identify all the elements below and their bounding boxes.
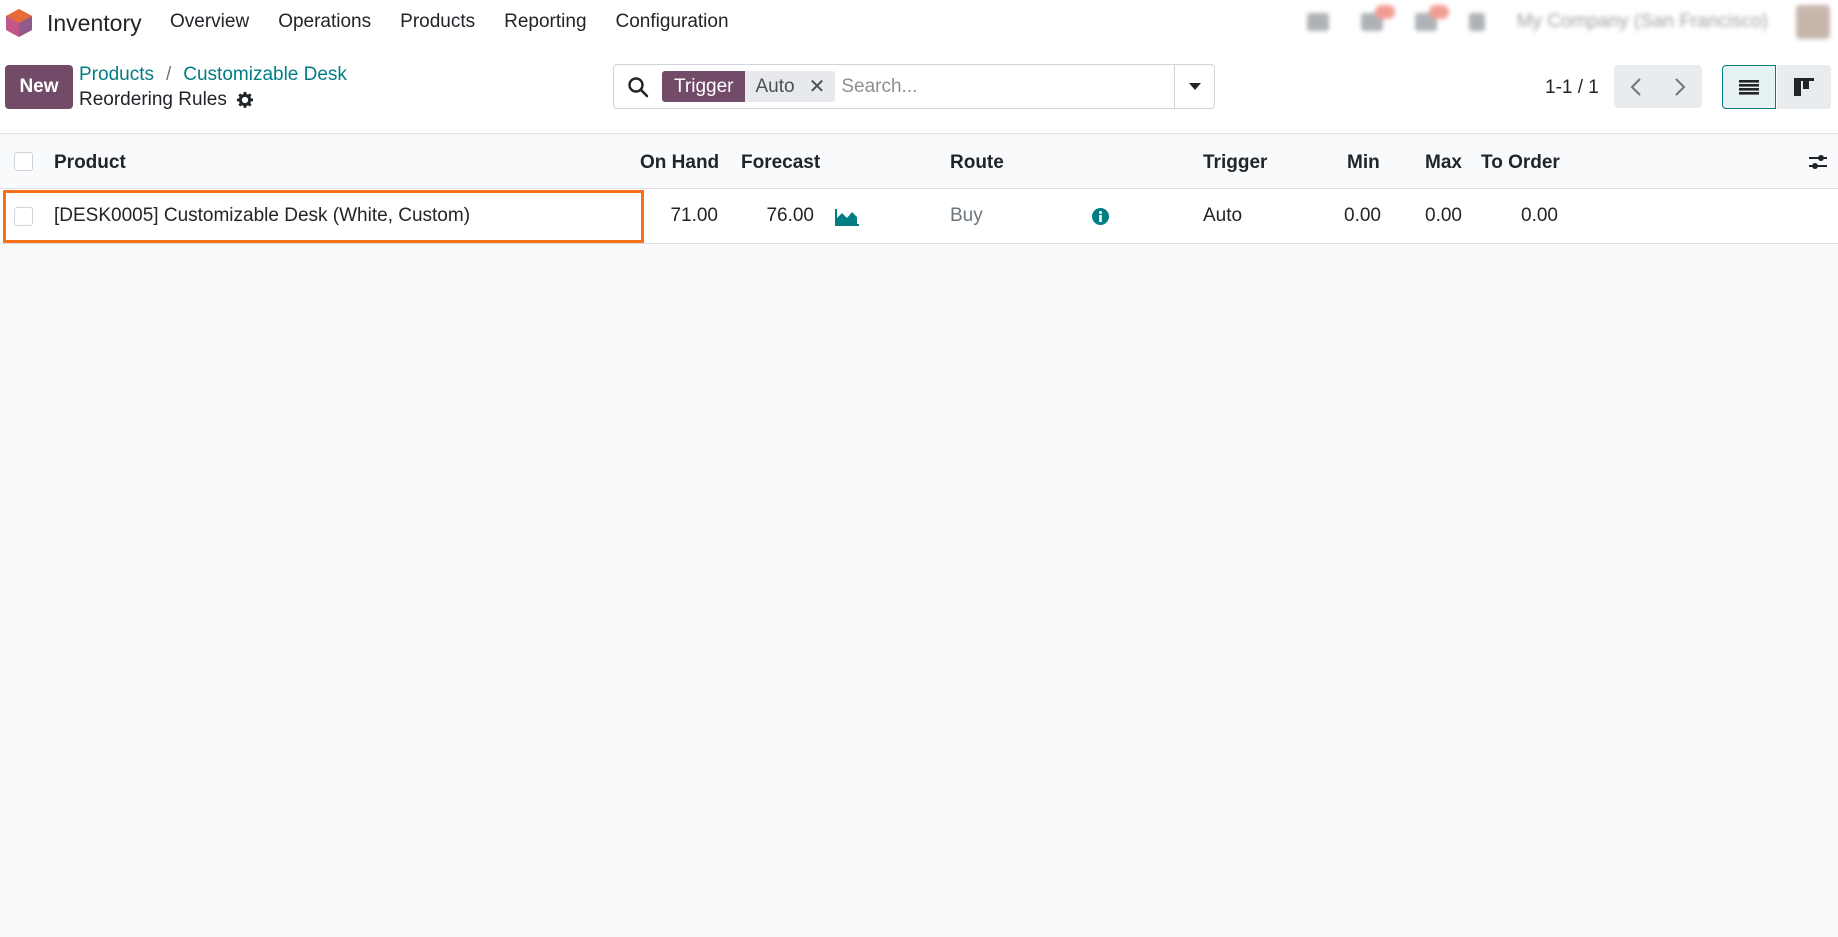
close-icon[interactable]: ✕ xyxy=(809,74,826,99)
search-icon xyxy=(628,76,649,97)
list-view-button[interactable] xyxy=(1722,65,1776,109)
activities-badge xyxy=(1428,5,1449,19)
column-forecast[interactable]: Forecast xyxy=(741,152,820,174)
select-all-checkbox[interactable] xyxy=(14,152,33,171)
forecast-graph-icon[interactable] xyxy=(835,209,859,226)
search-input[interactable] xyxy=(841,75,1172,98)
reordering-rules-table: Product On Hand Forecast Route Trigger M… xyxy=(0,134,1838,244)
gear-icon[interactable] xyxy=(236,91,254,109)
kanban-view-button[interactable] xyxy=(1777,65,1831,109)
menu-products[interactable]: Products xyxy=(400,11,475,33)
messages-icon[interactable] xyxy=(1360,5,1395,31)
info-icon[interactable] xyxy=(1092,208,1109,225)
activity-icon[interactable] xyxy=(1306,13,1329,31)
chevron-left-icon xyxy=(1630,77,1641,96)
page-title: Reordering Rules xyxy=(79,89,254,111)
cell-min[interactable]: 0.00 xyxy=(1330,205,1381,227)
pager-previous-button[interactable] xyxy=(1614,65,1658,108)
column-product[interactable]: Product xyxy=(54,152,126,174)
switch-company-icon[interactable] xyxy=(1468,13,1485,31)
chevron-right-icon xyxy=(1675,77,1686,96)
column-settings-icon[interactable] xyxy=(1808,152,1828,172)
search-facet: Trigger Auto ✕ xyxy=(662,71,836,102)
row-checkbox[interactable] xyxy=(14,207,33,226)
facet-value-text: Auto xyxy=(755,75,795,97)
search-bar: Trigger Auto ✕ xyxy=(613,64,1215,109)
main-menu: Overview Operations Products Reporting C… xyxy=(170,0,758,44)
cell-trigger[interactable]: Auto xyxy=(1203,205,1242,227)
cell-product[interactable]: [DESK0005] Customizable Desk (White, Cus… xyxy=(54,205,470,227)
column-trigger[interactable]: Trigger xyxy=(1203,152,1267,174)
search-options-toggle[interactable] xyxy=(1174,65,1214,108)
breadcrumb: Products / Customizable Desk xyxy=(79,64,347,86)
page-title-text: Reordering Rules xyxy=(79,89,227,110)
facet-label: Trigger xyxy=(662,71,746,102)
cell-to-order[interactable]: 0.00 xyxy=(1490,205,1558,227)
pager-next-button[interactable] xyxy=(1658,65,1702,108)
kanban-icon xyxy=(1794,78,1814,96)
menu-operations[interactable]: Operations xyxy=(278,11,371,33)
user-avatar[interactable] xyxy=(1796,5,1830,39)
new-button[interactable]: New xyxy=(5,65,73,109)
cell-on-hand[interactable]: 71.00 xyxy=(640,205,718,227)
cell-route[interactable]: Buy xyxy=(950,205,983,227)
column-to-order[interactable]: To Order xyxy=(1481,152,1560,174)
list-icon xyxy=(1739,80,1759,95)
caret-down-icon xyxy=(1188,82,1201,90)
column-max[interactable]: Max xyxy=(1425,152,1462,174)
company-switcher[interactable]: My Company (San Francisco) xyxy=(1517,11,1768,33)
cell-forecast[interactable]: 76.00 xyxy=(738,205,814,227)
menu-reporting[interactable]: Reporting xyxy=(504,11,586,33)
inventory-app-icon[interactable] xyxy=(5,8,33,38)
facet-value: Auto ✕ xyxy=(745,71,836,102)
column-on-hand[interactable]: On Hand xyxy=(640,152,719,174)
breadcrumb-separator: / xyxy=(165,64,172,85)
systray: My Company (San Francisco) xyxy=(1306,0,1838,44)
table-row[interactable]: [DESK0005] Customizable Desk (White, Cus… xyxy=(0,189,1838,244)
column-route[interactable]: Route xyxy=(950,152,1004,174)
messages-badge xyxy=(1374,5,1395,19)
control-panel: New Products / Customizable Desk Reorder… xyxy=(0,44,1838,134)
table-header: Product On Hand Forecast Route Trigger M… xyxy=(0,134,1838,189)
top-navbar: Inventory Overview Operations Products R… xyxy=(0,0,1838,44)
breadcrumb-products[interactable]: Products xyxy=(79,64,154,86)
menu-overview[interactable]: Overview xyxy=(170,11,249,33)
cell-max[interactable]: 0.00 xyxy=(1410,205,1462,227)
breadcrumb-customizable-desk[interactable]: Customizable Desk xyxy=(183,64,347,86)
column-min[interactable]: Min xyxy=(1347,152,1380,174)
pager-value[interactable]: 1-1 / 1 xyxy=(1545,77,1599,99)
menu-configuration[interactable]: Configuration xyxy=(616,11,729,33)
app-name[interactable]: Inventory xyxy=(47,10,142,37)
clock-icon[interactable] xyxy=(1414,5,1449,31)
